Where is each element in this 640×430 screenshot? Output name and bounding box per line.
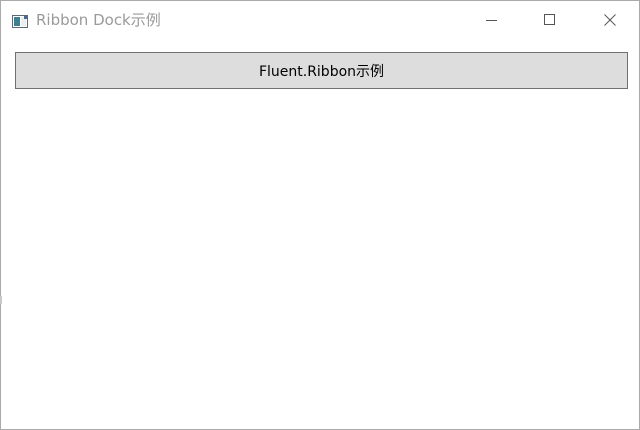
resize-edge-marker: [0, 296, 2, 304]
close-button[interactable]: [581, 1, 639, 39]
close-icon: [604, 11, 616, 30]
maximize-button[interactable]: [521, 1, 579, 39]
window-app-icon: [12, 13, 28, 28]
title-bar[interactable]: Ribbon Dock示例: [1, 1, 639, 39]
minimize-button[interactable]: [463, 1, 521, 39]
minimize-icon: [486, 11, 498, 30]
fluent-ribbon-example-button[interactable]: Fluent.Ribbon示例: [15, 52, 628, 89]
maximize-icon: [544, 11, 556, 30]
window-title: Ribbon Dock示例: [36, 11, 161, 29]
app-window: Ribbon Dock示例 Fluent.Ribbon示例: [0, 0, 640, 430]
